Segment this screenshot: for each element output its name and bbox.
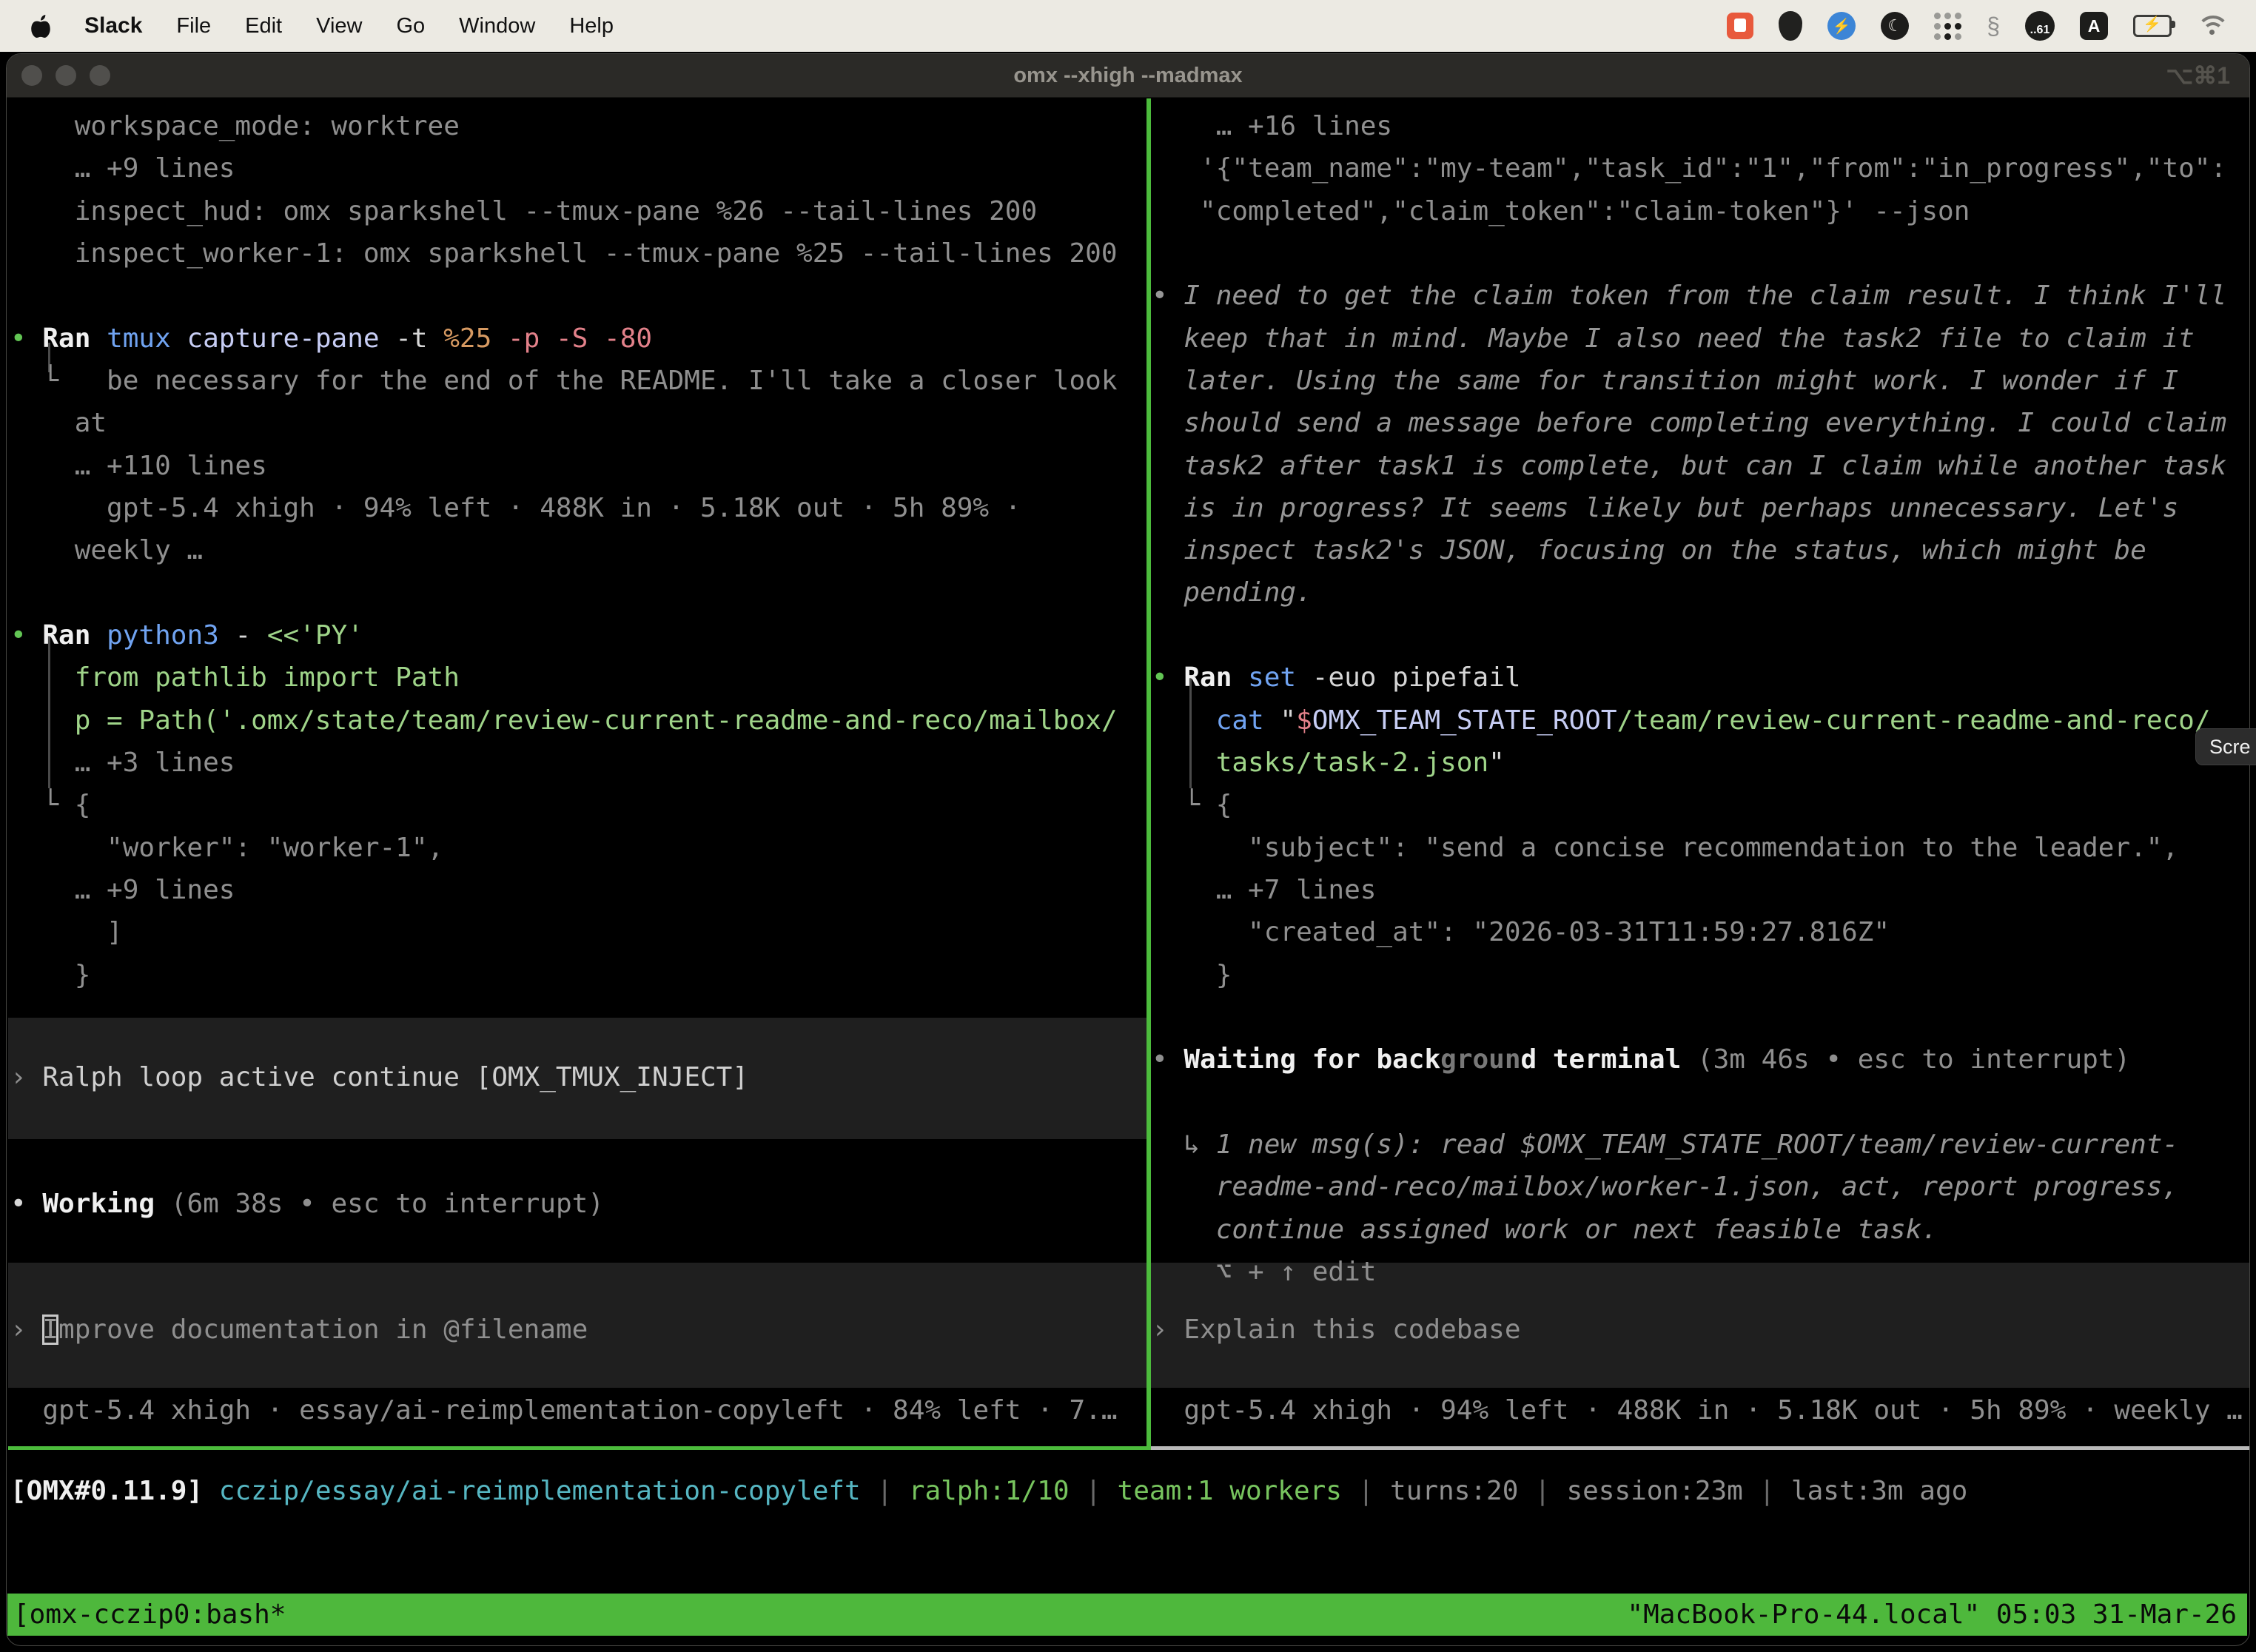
terminal-line: "completed","claim_token":"claim-token"}… (1152, 190, 1970, 232)
terminal-line: continue assigned work or next feasible … (1152, 1209, 1938, 1251)
terminal-line: … +7 lines (1152, 869, 1376, 911)
terminal-line: is in progress? It seems likely but perh… (1152, 487, 2178, 529)
terminal-line: should send a message before completing … (1152, 402, 2226, 444)
terminal-line: inspect task2's JSON, focusing on the st… (1152, 529, 2146, 571)
terminal-line: keep that in mind. Maybe I also need the… (1152, 318, 2195, 360)
tmux-session-label: [omx-cczip0:bash* (7, 1599, 286, 1630)
terminal-line: later. Using the same for transition mig… (1152, 360, 2178, 402)
terminal-line: • Waiting for background terminal (3m 46… (1152, 1038, 2130, 1081)
terminal-line: └ { (1152, 784, 1232, 826)
terminal-line: "subject": "send a concise recommendatio… (1152, 827, 2178, 869)
terminal-line: … +16 lines (1152, 105, 1392, 147)
screenshot-floating-button[interactable]: Scre (2195, 728, 2256, 765)
terminal-line: • Ran set -euo pipefail (1152, 657, 1521, 699)
terminal-line: cat "$OMX_TEAM_STATE_ROOT/team/review-cu… (1152, 699, 2211, 742)
omx-session-status-line: [OMX#0.11.9] cczip/essay/ai-reimplementa… (10, 1470, 1967, 1512)
right-terminal-pane[interactable]: … +16 lines '{"team_name":"my-team","tas… (0, 0, 2256, 1652)
terminal-line: task2 after task1 is complete, but can I… (1152, 445, 2226, 487)
tmux-host-clock: "MacBook-Pro-44.local" 05:03 31-Mar-26 (1627, 1599, 2247, 1630)
terminal-line: "created_at": "2026-03-31T11:59:27.816Z" (1152, 911, 1890, 953)
terminal-line: } (1152, 954, 1232, 996)
terminal-line: readme-and-reco/mailbox/worker-1.json, a… (1152, 1166, 2178, 1208)
terminal-line: tasks/task-2.json" (1152, 742, 1505, 784)
terminal-line: '{"team_name":"my-team","task_id":"1","f… (1152, 147, 2226, 189)
terminal-line: ↳ 1 new msg(s): read $OMX_TEAM_STATE_ROO… (1152, 1124, 2178, 1166)
terminal-line: ⌥ + ↑ edit (1152, 1251, 1376, 1293)
terminal-line: • I need to get the claim token from the… (1152, 275, 2226, 317)
terminal-line: pending. (1152, 571, 1312, 614)
terminal-line: › Explain this codebase (1152, 1309, 1521, 1351)
tmux-status-bar: [omx-cczip0:bash* "MacBook-Pro-44.local"… (7, 1594, 2247, 1636)
screenshot-floating-button-label: Scre (2209, 736, 2251, 759)
terminal-line: gpt-5.4 xhigh · 94% left · 488K in · 5.1… (1152, 1389, 2243, 1431)
screen: Slack File Edit View Go Window Help ⚡ ☾ … (0, 0, 2256, 1652)
